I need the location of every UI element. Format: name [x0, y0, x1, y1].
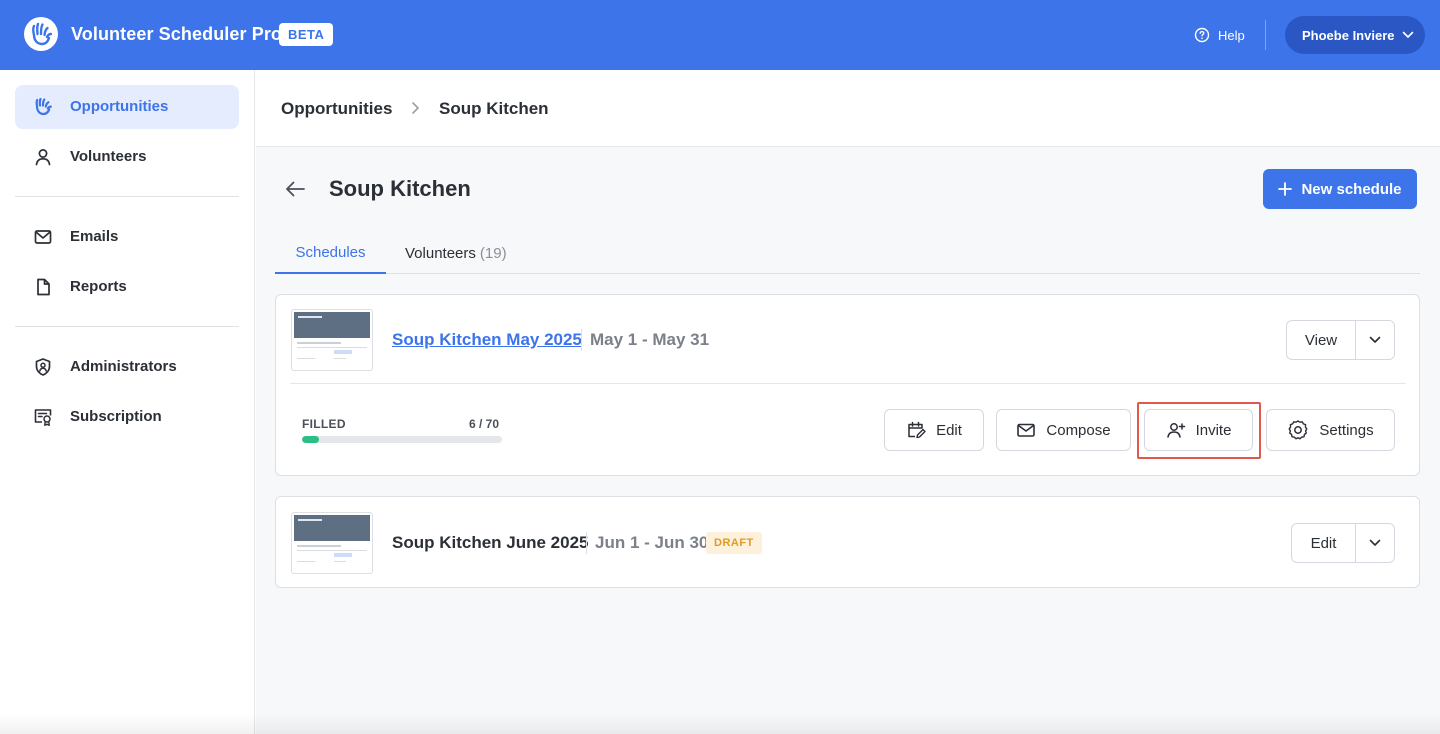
chevron-down-icon — [1369, 336, 1381, 343]
header-divider — [1265, 20, 1266, 50]
envelope-icon — [1017, 423, 1036, 437]
invite-highlight-box — [1137, 402, 1261, 459]
compose-label: Compose — [1046, 421, 1111, 439]
schedule-thumbnail[interactable] — [291, 309, 373, 371]
edit-button[interactable]: Edit — [884, 409, 984, 451]
tab-bar: Schedules Volunteers (19) — [275, 233, 1420, 274]
help-label: Help — [1218, 27, 1245, 43]
view-button[interactable]: View — [1287, 321, 1356, 359]
page-title: Soup Kitchen — [329, 176, 471, 201]
schedule-date-range: May 1 - May 31 — [590, 330, 710, 349]
tab-label: Volunteers — [405, 245, 476, 262]
sidebar-item-opportunities[interactable]: Opportunities — [15, 85, 239, 129]
breadcrumb-current: Soup Kitchen — [439, 99, 549, 118]
sidebar-item-label: Subscription — [70, 408, 162, 425]
back-arrow-icon[interactable] — [284, 179, 306, 199]
draft-status-badge: DRAFT — [706, 532, 762, 554]
tab-schedules[interactable]: Schedules — [275, 233, 386, 274]
sidebar: Opportunities Volunteers Emails Reports … — [0, 70, 255, 734]
sidebar-item-label: Administrators — [70, 358, 177, 375]
schedule-card: Soup Kitchen June 2025 Jun 1 - Jun 30 DR… — [275, 496, 1420, 588]
sidebar-item-label: Volunteers — [70, 148, 147, 165]
edit-calendar-icon — [908, 421, 926, 439]
edit-label: Edit — [936, 421, 962, 439]
beta-badge: BETA — [279, 23, 334, 46]
plus-icon — [1278, 182, 1293, 196]
sidebar-item-subscription[interactable]: Subscription — [15, 395, 239, 439]
chevron-down-icon — [1403, 31, 1414, 38]
waving-hand-icon — [35, 97, 52, 116]
app-title: Volunteer Scheduler Pro — [71, 24, 283, 44]
app-logo-icon[interactable] — [24, 17, 58, 51]
new-schedule-button[interactable]: New schedule — [1263, 169, 1417, 209]
main-content: Soup Kitchen New schedule Schedules Volu… — [256, 147, 1440, 734]
certificate-icon — [34, 409, 52, 426]
card-divider — [290, 383, 1406, 384]
schedule-name-link[interactable]: Soup Kitchen May 2025 — [392, 330, 582, 350]
filled-progress-bar — [302, 436, 502, 443]
edit-button[interactable]: Edit — [1292, 524, 1356, 562]
person-icon — [35, 149, 51, 166]
schedule-name[interactable]: Soup Kitchen June 2025 — [392, 533, 589, 553]
user-menu-button[interactable]: Phoebe Inviere — [1285, 16, 1425, 54]
tab-label: Schedules — [295, 244, 366, 261]
chevron-down-icon — [1369, 539, 1381, 546]
document-icon — [37, 278, 50, 296]
sidebar-item-reports[interactable]: Reports — [15, 265, 239, 309]
title-separator — [586, 532, 587, 554]
gear-icon — [1288, 420, 1308, 440]
settings-label: Settings — [1319, 421, 1374, 439]
help-link[interactable]: Help — [1194, 27, 1245, 43]
shield-user-icon — [35, 358, 51, 376]
envelope-icon — [34, 230, 52, 244]
view-split-button: View — [1286, 320, 1395, 360]
breadcrumb-opportunities-link[interactable]: Opportunities — [281, 99, 392, 119]
help-circle-icon — [1194, 27, 1210, 43]
sidebar-item-administrators[interactable]: Administrators — [15, 345, 239, 389]
compose-button[interactable]: Compose — [996, 409, 1131, 451]
schedule-thumbnail[interactable] — [291, 512, 373, 574]
title-separator — [581, 329, 582, 351]
schedule-card: Soup Kitchen May 2025 May 1 - May 31 Vie… — [275, 294, 1420, 476]
chevron-right-icon — [412, 102, 419, 114]
sidebar-item-emails[interactable]: Emails — [15, 215, 239, 259]
sidebar-item-label: Opportunities — [70, 98, 169, 115]
filled-label: FILLED — [302, 417, 346, 431]
sidebar-item-volunteers[interactable]: Volunteers — [15, 135, 239, 179]
settings-button[interactable]: Settings — [1266, 409, 1395, 451]
schedule-date-range: Jun 1 - Jun 30 — [595, 533, 709, 552]
tab-count: (19) — [479, 245, 507, 262]
sidebar-item-label: Emails — [70, 228, 119, 245]
sidebar-divider — [15, 196, 239, 197]
breadcrumb: Opportunities Soup Kitchen — [256, 70, 1440, 147]
tab-volunteers[interactable]: Volunteers (19) — [405, 233, 507, 274]
new-schedule-label: New schedule — [1301, 180, 1402, 198]
view-dropdown-toggle[interactable] — [1356, 321, 1394, 359]
sidebar-item-label: Reports — [70, 278, 127, 295]
user-name: Phoebe Inviere — [1302, 27, 1395, 43]
sidebar-divider — [15, 326, 239, 327]
edit-split-button: Edit — [1291, 523, 1395, 563]
edit-dropdown-toggle[interactable] — [1356, 524, 1394, 562]
filled-count: 6 / 70 — [469, 417, 500, 431]
filled-progress-fill — [302, 436, 320, 443]
top-bar: Volunteer Scheduler Pro BETA Help Phoebe… — [0, 0, 1440, 70]
